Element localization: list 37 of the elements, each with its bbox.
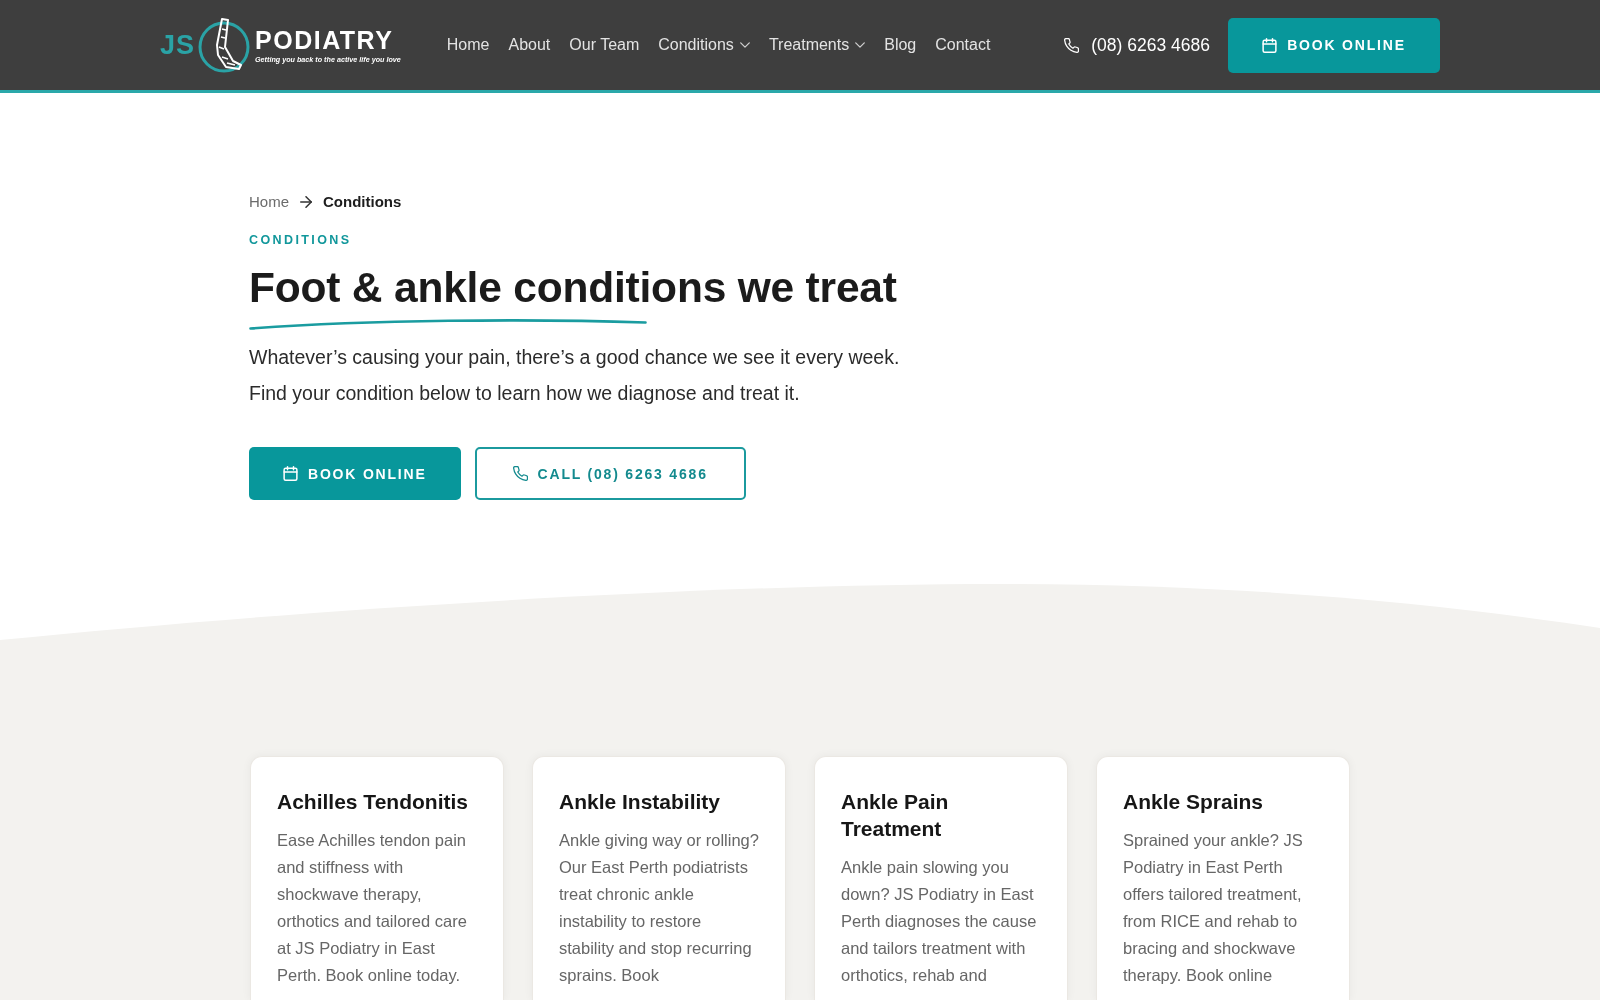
page-title: Foot & ankle conditions we treat xyxy=(249,264,897,312)
nav-link[interactable]: Treatments xyxy=(768,35,866,55)
calendar-icon xyxy=(283,466,298,481)
card-description: Sprained your ankle? JS Podiatry in East Perth offers tailored treatment, from RICE and rehab to bracing and shockwave therapy. Book online xyxy=(1123,830,1304,986)
nav-link[interactable]: Home xyxy=(446,35,490,55)
condition-card[interactable]: Ankle Sprains Sprained your ankle? JS Podiatry in East Perth offers tailored treatment, from RICE and rehab to bracing and shockwave therapy. Book online xyxy=(1096,756,1350,1000)
phone-link[interactable]: (08) 6263 4686 xyxy=(1064,34,1210,56)
phone-icon xyxy=(1064,37,1080,53)
logo-wordmark: PODIATRY xyxy=(255,26,394,54)
card-title: Ankle Instability xyxy=(559,789,722,815)
card-title: Ankle Sprains xyxy=(1123,789,1265,815)
card-description: Ankle pain slowing you down? JS Podiatry in East Perth diagnoses the cause and tailors treatment with orthotics, rehab and xyxy=(841,857,1038,986)
nav-link[interactable]: Contact xyxy=(935,35,991,55)
card-title: Achilles Tendonitis xyxy=(277,789,469,815)
phone-icon xyxy=(512,466,528,481)
condition-card[interactable]: Ankle Instability Ankle giving way or rolling? Our East Perth podiatrists treat chronic ankle instability to restore stability and stop recurring sprains. Book xyxy=(532,756,786,1000)
nav-link[interactable]: Our Team xyxy=(569,35,640,55)
logo-initials: JS xyxy=(160,30,196,60)
nav-link[interactable]: About xyxy=(508,35,551,55)
intro-text: Whatever’s causing your pain, there’s a good chance we see it every week. Find your condition below to learn how we diagnose and treat it. xyxy=(249,345,901,406)
book-online-button[interactable]: BOOK ONLINE xyxy=(249,447,461,500)
card-description: Ankle giving way or rolling? Our East Perth podiatrists treat chronic ankle instability to restore stability and stop recurring sprains. Book xyxy=(559,830,759,986)
card-description: Ease Achilles tendon pain and stiffness with shockwave therapy, orthotics and tailored care at JS Podiatry in East Perth. Book online today. xyxy=(277,830,468,986)
leg-ring-icon xyxy=(197,17,252,73)
call-button[interactable]: CALL (08) 6263 4686 xyxy=(474,447,746,500)
nav-link[interactable]: Blog xyxy=(884,35,917,55)
breadcrumb-link[interactable]: Home xyxy=(249,193,289,211)
swoosh-icon xyxy=(249,318,647,330)
book-online-button[interactable]: BOOK ONLINE xyxy=(1228,17,1440,73)
section-eyebrow: CONDITIONS xyxy=(249,233,352,247)
arrow-right-icon xyxy=(300,196,312,208)
calendar-icon xyxy=(1262,37,1278,53)
card-title: Ankle Pain Treatment xyxy=(841,789,950,842)
condition-card[interactable]: Achilles Tendonitis Ease Achilles tendon pain and stiffness with shockwave therapy, orthotics and tailored care at JS Podiatry in East Perth. Book online today. xyxy=(250,756,504,1000)
breadcrumb-current-page: Conditions xyxy=(323,193,402,211)
nav-link[interactable]: Conditions xyxy=(658,35,750,55)
condition-card[interactable]: Ankle Pain Treatment Ankle pain slowing you down? JS Podiatry in East Perth diagnoses the cause and tailors treatment with orthotics, rehab and xyxy=(814,756,1068,1000)
